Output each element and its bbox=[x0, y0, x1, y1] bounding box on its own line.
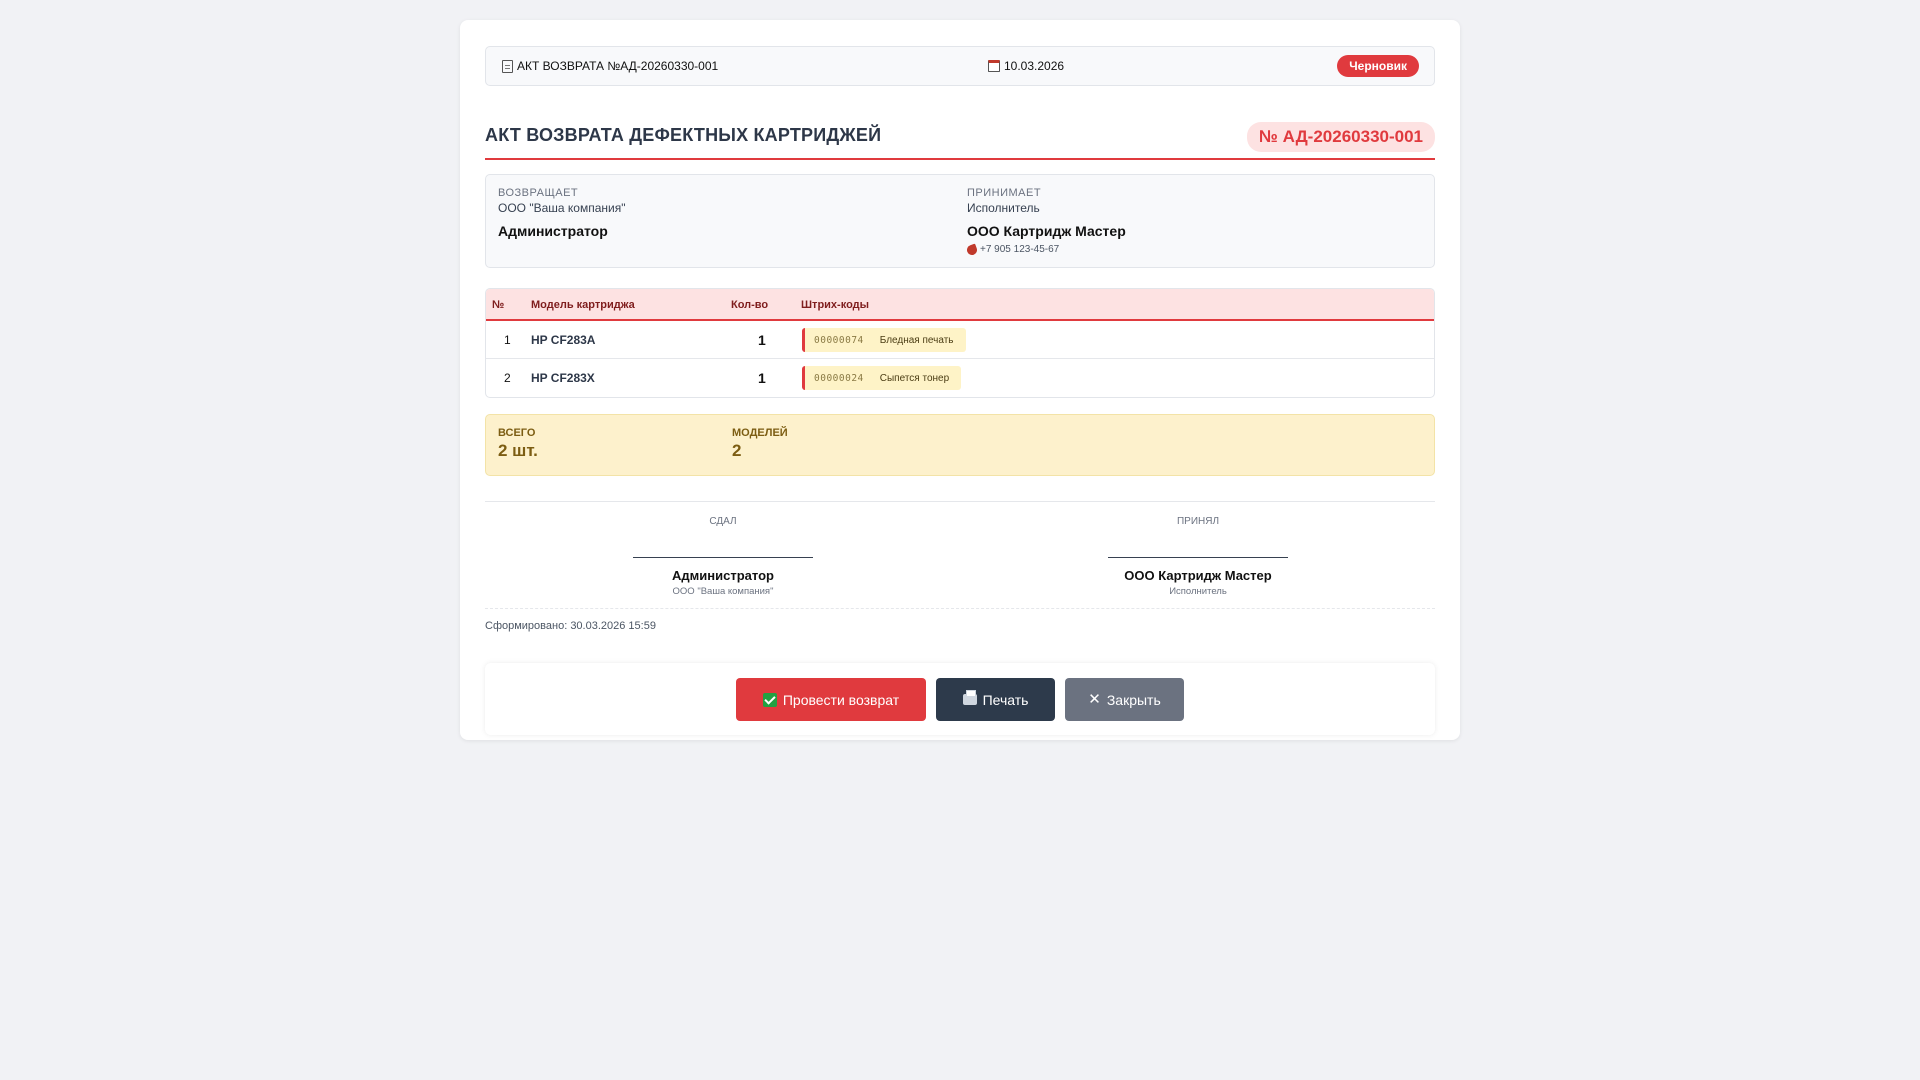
defect-description: Сыпется тонер bbox=[879, 372, 950, 384]
totals-block: ВСЕГО 2 шт. МОДЕЛЕЙ 2 bbox=[485, 414, 1435, 476]
document-header-bar: АКТ ВОЗВРАТА №АД-20260330-001 10.03.2026… bbox=[485, 46, 1435, 86]
document-icon bbox=[502, 59, 513, 73]
print-button[interactable]: Печать bbox=[936, 678, 1055, 721]
sender-party: ВОЗВРАЩАЕТ ООО "Ваша компания" Администр… bbox=[498, 187, 625, 239]
process-return-label: Провести возврат bbox=[782, 691, 900, 708]
column-header-model: Модель картриджа bbox=[531, 299, 635, 311]
parties-block: ВОЗВРАЩАЕТ ООО "Ваша компания" Администр… bbox=[485, 174, 1435, 268]
column-header-qty: Кол-во bbox=[731, 299, 769, 311]
signature-receiver-role: Исполнитель bbox=[1169, 586, 1227, 597]
row-qty: 1 bbox=[758, 332, 766, 348]
receiver-name: ООО Картридж Мастер bbox=[967, 223, 1126, 239]
row-model: HP CF283X bbox=[531, 371, 595, 385]
generated-timestamp: Сформировано: 30.03.2026 15:59 bbox=[485, 620, 656, 632]
signature-receiver-name: ООО Картридж Мастер bbox=[1124, 568, 1272, 583]
signature-sender-name: Администратор bbox=[672, 568, 774, 583]
signature-line bbox=[633, 557, 813, 558]
barcode-chip: 00000024 Сыпется тонер bbox=[802, 366, 962, 390]
signatures-block: СДАЛ Администратор ООО "Ваша компания" П… bbox=[485, 501, 1435, 609]
signature-sender-label: СДАЛ bbox=[709, 516, 737, 527]
total-count-value: 2 шт. bbox=[498, 441, 538, 460]
document-date: 10.03.2026 bbox=[988, 59, 1064, 73]
total-count: ВСЕГО 2 шт. bbox=[498, 427, 538, 461]
page-title: АКТ ВОЗВРАТА ДЕФЕКТНЫХ КАРТРИДЖЕЙ bbox=[485, 125, 882, 145]
signature-receiver-label: ПРИНЯЛ bbox=[1176, 516, 1220, 527]
total-count-label: ВСЕГО bbox=[498, 427, 536, 439]
phone-icon bbox=[965, 243, 979, 256]
close-button[interactable]: ✕ Закрыть bbox=[1065, 678, 1184, 721]
print-label: Печать bbox=[982, 691, 1029, 708]
title-row: АКТ ВОЗВРАТА ДЕФЕКТНЫХ КАРТРИДЖЕЙ № АД-2… bbox=[485, 102, 1435, 160]
close-label: Закрыть bbox=[1106, 691, 1161, 708]
column-header-no: № bbox=[492, 299, 505, 311]
close-icon: ✕ bbox=[1088, 691, 1101, 708]
models-count-label: МОДЕЛЕЙ bbox=[732, 427, 788, 439]
barcode-value: 00000074 bbox=[814, 334, 864, 346]
row-qty: 1 bbox=[758, 370, 766, 386]
signature-receiver: ПРИНЯЛ ООО Картридж Мастер Исполнитель bbox=[1108, 502, 1288, 597]
check-icon bbox=[762, 692, 777, 707]
table-row: 1 HP CF283A 1 00000074 Бледная печать bbox=[486, 321, 1434, 359]
row-number: 1 bbox=[504, 333, 511, 347]
row-number: 2 bbox=[504, 371, 511, 385]
document-date-text: 10.03.2026 bbox=[1004, 59, 1065, 73]
action-bar: Провести возврат Печать ✕ Закрыть bbox=[485, 663, 1435, 735]
table-header: № Модель картриджа Кол-во Штрих-коды bbox=[486, 289, 1434, 321]
signature-sender: СДАЛ Администратор ООО "Ваша компания" bbox=[633, 502, 813, 597]
printer-icon bbox=[962, 690, 977, 705]
row-model: HP CF283A bbox=[531, 333, 596, 347]
signature-line bbox=[1108, 557, 1288, 558]
barcode-value: 00000024 bbox=[814, 372, 864, 384]
models-count: МОДЕЛЕЙ 2 bbox=[732, 427, 788, 461]
document-label: АКТ ВОЗВРАТА №АД-20260330-001 bbox=[502, 59, 718, 73]
receiver-phone-text: +7 905 123-45-67 bbox=[980, 244, 1060, 255]
document-label-text: АКТ ВОЗВРАТА №АД-20260330-001 bbox=[517, 59, 719, 73]
defect-description: Бледная печать bbox=[879, 334, 954, 346]
cartridges-table: № Модель картриджа Кол-во Штрих-коды 1 H… bbox=[485, 288, 1435, 398]
receiver-phone: +7 905 123-45-67 bbox=[965, 243, 1126, 256]
sender-name: Администратор bbox=[498, 223, 608, 239]
signature-sender-role: ООО "Ваша компания" bbox=[672, 586, 774, 597]
column-header-barcodes: Штрих-коды bbox=[801, 299, 870, 311]
return-act-card: АКТ ВОЗВРАТА №АД-20260330-001 10.03.2026… bbox=[460, 20, 1460, 740]
table-row: 2 HP CF283X 1 00000024 Сыпется тонер bbox=[486, 359, 1434, 397]
document-number-badge: № АД-20260330-001 bbox=[1246, 122, 1435, 152]
receiver-party: ПРИНИМАЕТ Исполнитель ООО Картридж Масте… bbox=[965, 187, 1126, 256]
calendar-icon bbox=[988, 60, 1000, 72]
receiver-label: ПРИНИМАЕТ bbox=[967, 187, 1042, 199]
barcode-chip: 00000074 Бледная печать bbox=[802, 328, 966, 352]
sender-org: ООО "Ваша компания" bbox=[498, 201, 626, 215]
process-return-button[interactable]: Провести возврат bbox=[736, 678, 926, 721]
models-count-value: 2 bbox=[732, 441, 742, 460]
sender-label: ВОЗВРАЩАЕТ bbox=[498, 187, 579, 199]
status-badge: Черновик bbox=[1337, 55, 1419, 77]
receiver-org: Исполнитель bbox=[967, 201, 1040, 215]
